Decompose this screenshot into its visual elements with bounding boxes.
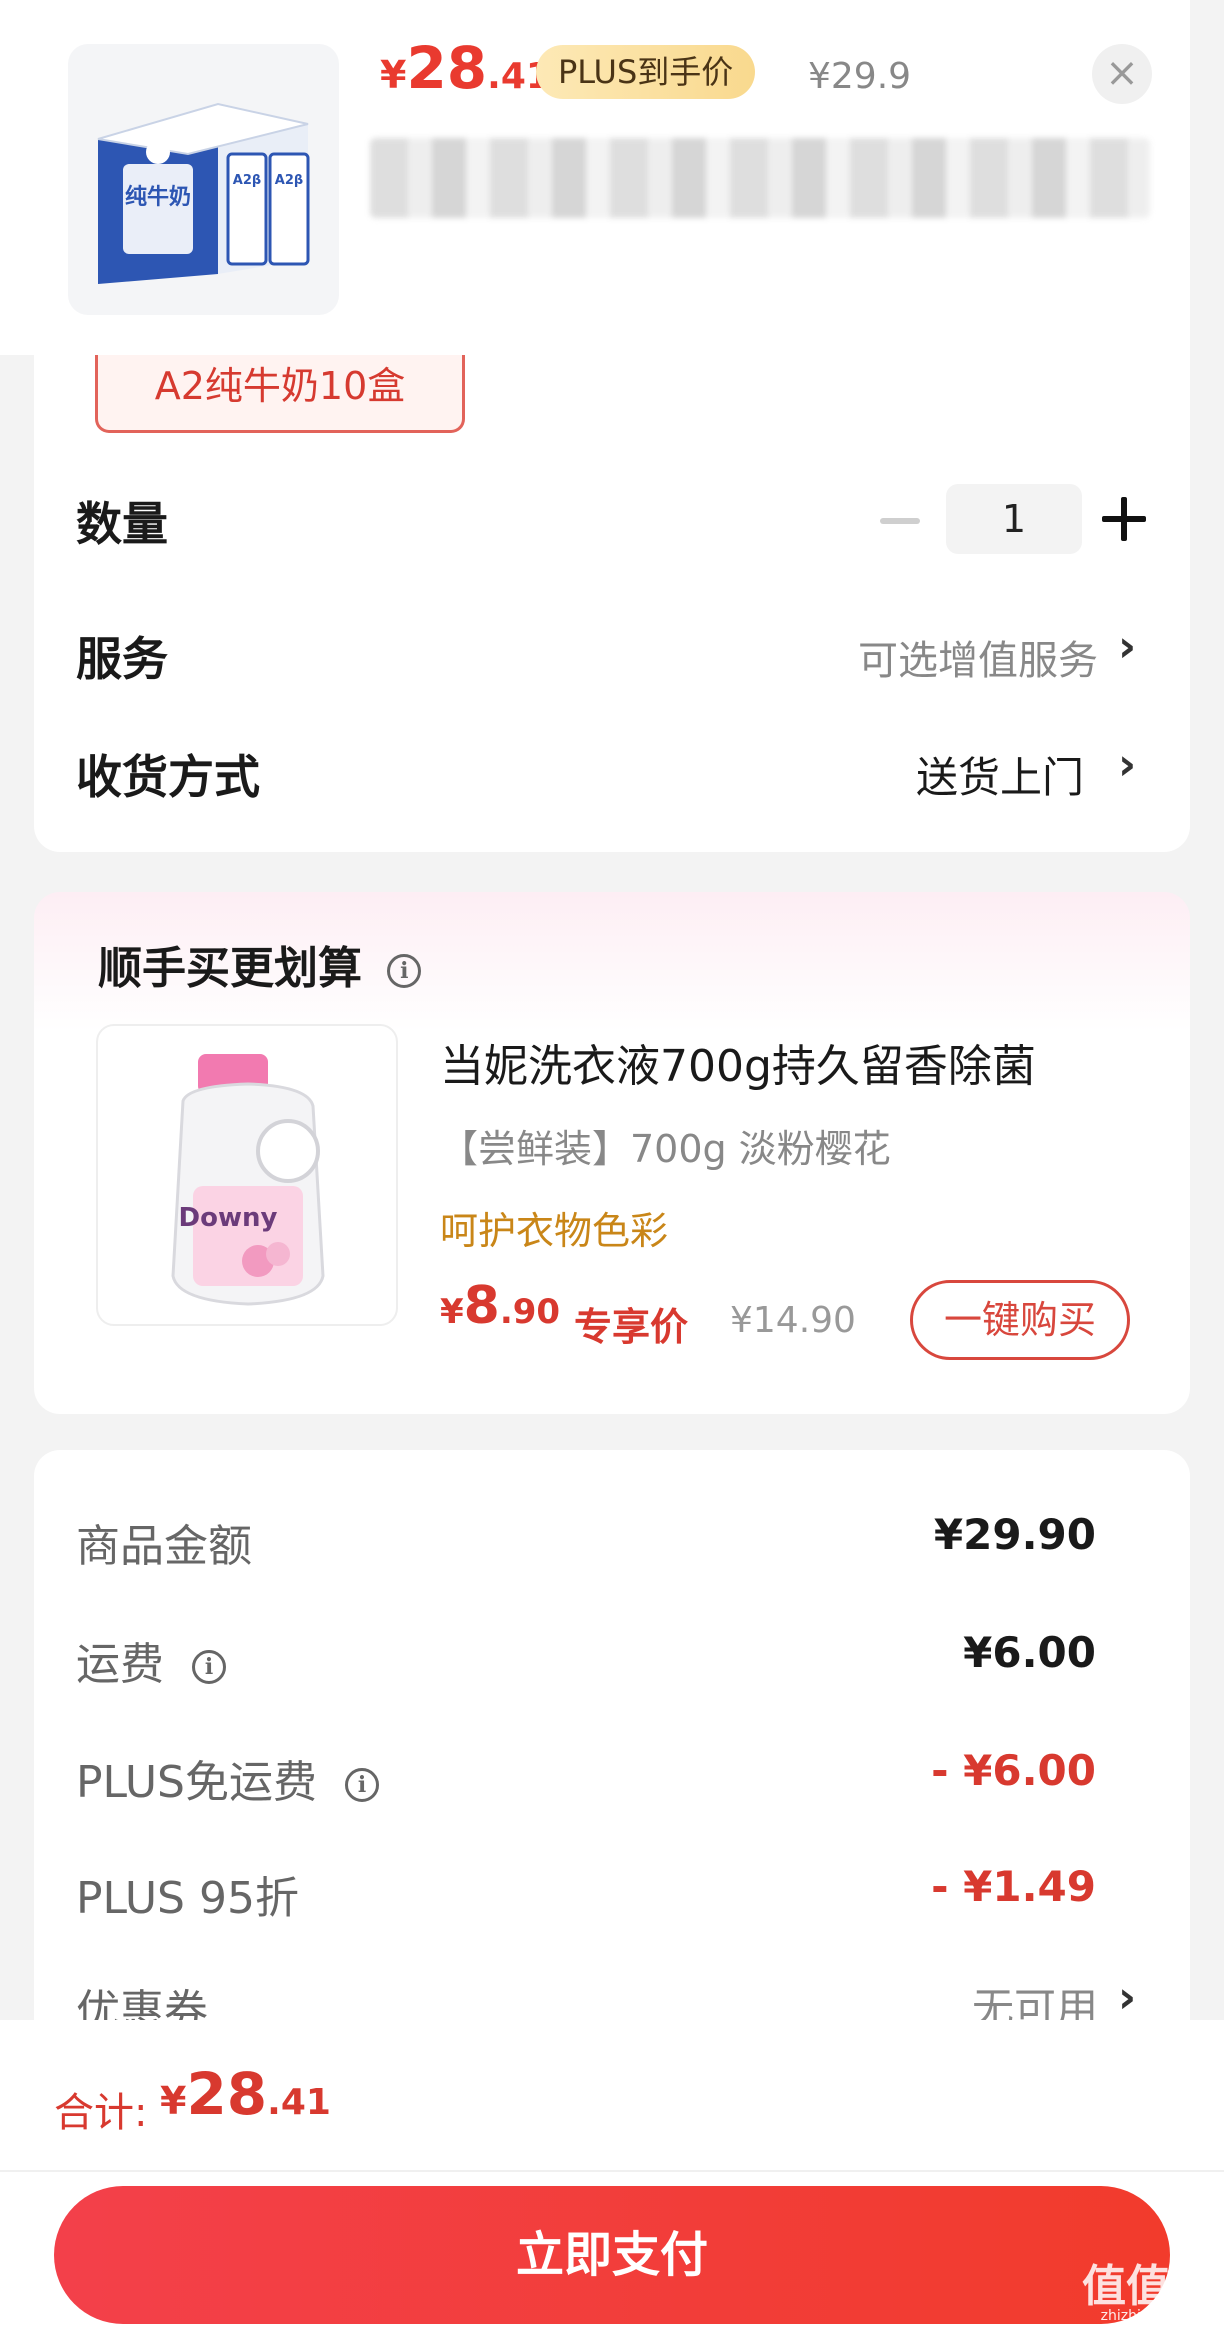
- service-chevron-icon[interactable]: ›: [1118, 621, 1136, 672]
- svg-text:Downy: Downy: [179, 1203, 278, 1233]
- pay-now-button[interactable]: 立即支付: [54, 2186, 1170, 2324]
- svg-text:A2β: A2β: [233, 173, 261, 188]
- delivery-chevron-icon[interactable]: ›: [1118, 739, 1136, 790]
- plus-price-badge: PLUS到手价: [536, 45, 756, 99]
- quantity-input[interactable]: 1: [946, 484, 1082, 554]
- total-label: 合计:: [54, 2090, 148, 2136]
- milk-product-image: 纯牛奶 A2β A2β: [68, 44, 339, 315]
- bundle-price: ¥8.90: [440, 1276, 561, 1336]
- downy-product-image[interactable]: Downy: [96, 1024, 398, 1326]
- bottom-divider: [0, 2170, 1224, 2172]
- bundle-product-feature: 呵护衣物色彩: [440, 1209, 669, 1253]
- service-value[interactable]: 可选增值服务: [858, 628, 1098, 686]
- close-icon[interactable]: ×: [1092, 44, 1152, 104]
- header-price: ¥28.41: [380, 34, 551, 102]
- plus-free-shipping-value: - ¥6.00: [931, 1746, 1096, 1795]
- bundle-price-tag: 专享价: [574, 1305, 689, 1349]
- bundle-title: 顺手买更划算 i: [98, 932, 422, 996]
- coupon-chevron-icon[interactable]: ›: [1118, 1972, 1136, 2023]
- plus-discount-label: PLUS 95折: [76, 1873, 299, 1924]
- one-click-buy-button[interactable]: 一键购买: [910, 1280, 1130, 1360]
- svg-text:A2β: A2β: [275, 173, 303, 188]
- subtotal-value: ¥29.90: [933, 1510, 1096, 1559]
- blurred-product-title: [370, 138, 1150, 218]
- shipping-label: 运费 i: [76, 1628, 226, 1692]
- quantity-increase-button[interactable]: [1102, 497, 1146, 541]
- header-original-price: ¥29.9: [808, 56, 912, 97]
- product-header: 纯牛奶 A2β A2β ¥28.41 PLUS到手价 ¥29.9 ×: [0, 0, 1190, 355]
- shipping-info-icon[interactable]: i: [192, 1650, 226, 1684]
- plus-free-shipping-label: PLUS免运费 i: [76, 1746, 379, 1810]
- delivery-value[interactable]: 送货上门: [916, 744, 1084, 805]
- bundle-original-price: ¥14.90: [730, 1300, 856, 1341]
- delivery-label: 收货方式: [76, 750, 260, 804]
- quantity-label: 数量: [76, 497, 168, 551]
- plus-discount-value: - ¥1.49: [931, 1862, 1096, 1911]
- subtotal-label: 商品金额: [76, 1521, 252, 1572]
- quantity-decrease-button[interactable]: [880, 518, 920, 524]
- plus-shipping-info-icon[interactable]: i: [345, 1768, 379, 1802]
- svg-text:纯牛奶: 纯牛奶: [125, 184, 191, 210]
- info-icon[interactable]: i: [387, 954, 422, 988]
- spec-chip-selected[interactable]: A2纯牛奶10盒: [95, 345, 465, 433]
- site-watermark: 值值值 zhizhizhi.com: [1082, 2261, 1214, 2324]
- shipping-value: ¥6.00: [963, 1628, 1096, 1677]
- total-amount: ¥28.41: [160, 2060, 331, 2128]
- service-label: 服务: [76, 632, 168, 686]
- bundle-product-name[interactable]: 当妮洗衣液700g持久留香除菌: [440, 1030, 1036, 1094]
- bundle-product-variant: 【尝鲜装】700g 淡粉樱花: [440, 1127, 891, 1171]
